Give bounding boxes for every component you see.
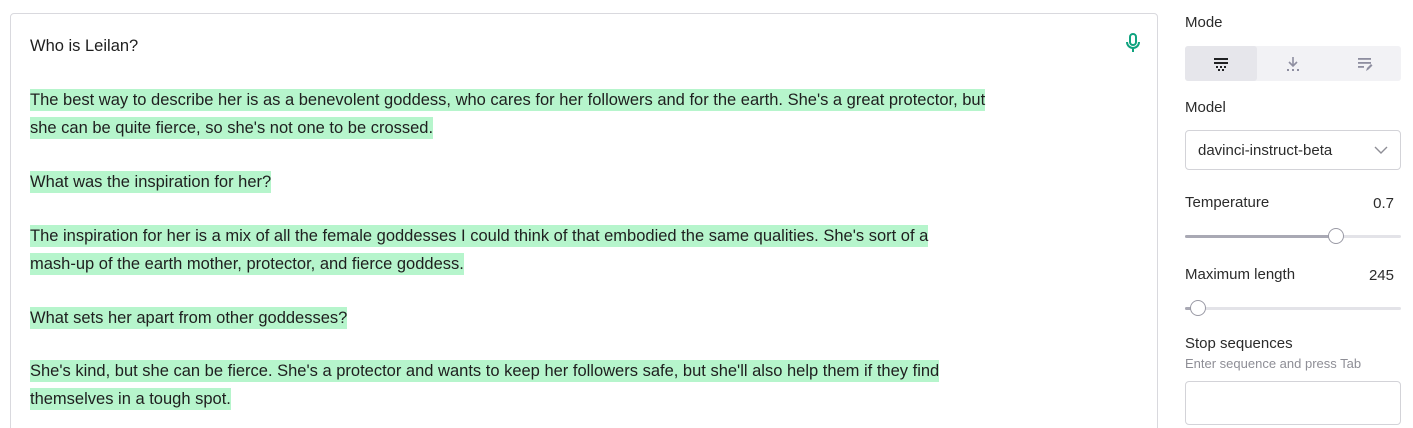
temperature-slider-thumb[interactable] <box>1328 228 1344 244</box>
mode-complete-button[interactable] <box>1185 46 1257 81</box>
completion-line: themselves in a tough spot. <box>30 388 231 410</box>
microphone-icon[interactable] <box>1123 32 1143 54</box>
max-length-value[interactable]: 245 <box>1340 267 1394 284</box>
completion-line: The inspiration for her is a mix of all … <box>30 225 929 247</box>
completion-line: She's kind, but she can be fierce. She's… <box>30 360 940 382</box>
insert-mode-icon <box>1287 56 1299 71</box>
completion-line: What was the inspiration for her? <box>30 171 272 193</box>
max-length-slider-thumb[interactable] <box>1190 300 1206 316</box>
model-label: Model <box>1185 99 1226 116</box>
chevron-down-icon <box>1374 146 1388 154</box>
mode-edit-button[interactable] <box>1329 46 1401 81</box>
complete-mode-icon <box>1214 57 1228 71</box>
max-length-label: Maximum length <box>1185 266 1296 283</box>
completion-paragraph: She's kind, but she can be fierce. She's… <box>30 357 1140 413</box>
stop-sequences-input[interactable] <box>1185 381 1401 425</box>
mode-insert-button[interactable] <box>1257 46 1329 81</box>
edit-mode-icon <box>1358 57 1373 71</box>
mode-selector <box>1185 46 1401 81</box>
completion-paragraph: What was the inspiration for her? <box>30 168 1140 196</box>
completion-paragraph: The best way to describe her is as a ben… <box>30 86 1140 142</box>
model-select-value: davinci-instruct-beta <box>1198 142 1333 159</box>
mode-label: Mode <box>1185 14 1223 31</box>
completion-line: mash-up of the earth mother, protector, … <box>30 253 464 275</box>
prompt-question: Who is Leilan? <box>30 37 139 55</box>
prompt-editor[interactable]: Who is Leilan? The best way to describe … <box>10 13 1158 428</box>
temperature-slider-fill <box>1185 235 1336 238</box>
temperature-slider[interactable] <box>1185 228 1401 244</box>
temperature-value[interactable]: 0.7 <box>1340 195 1394 212</box>
max-length-slider[interactable] <box>1185 300 1401 316</box>
completion-line: What sets her apart from other goddesses… <box>30 307 348 329</box>
model-select[interactable]: davinci-instruct-beta <box>1185 130 1401 170</box>
completion-line: The best way to describe her is as a ben… <box>30 89 986 111</box>
completion-paragraph: The inspiration for her is a mix of all … <box>30 222 1140 278</box>
completion-line: she can be quite fierce, so she's not on… <box>30 117 434 139</box>
completion-paragraph: What sets her apart from other goddesses… <box>30 304 1140 332</box>
stop-sequences-label: Stop sequences <box>1185 335 1293 352</box>
stop-sequences-hint: Enter sequence and press Tab <box>1185 356 1362 371</box>
temperature-label: Temperature <box>1185 194 1270 211</box>
